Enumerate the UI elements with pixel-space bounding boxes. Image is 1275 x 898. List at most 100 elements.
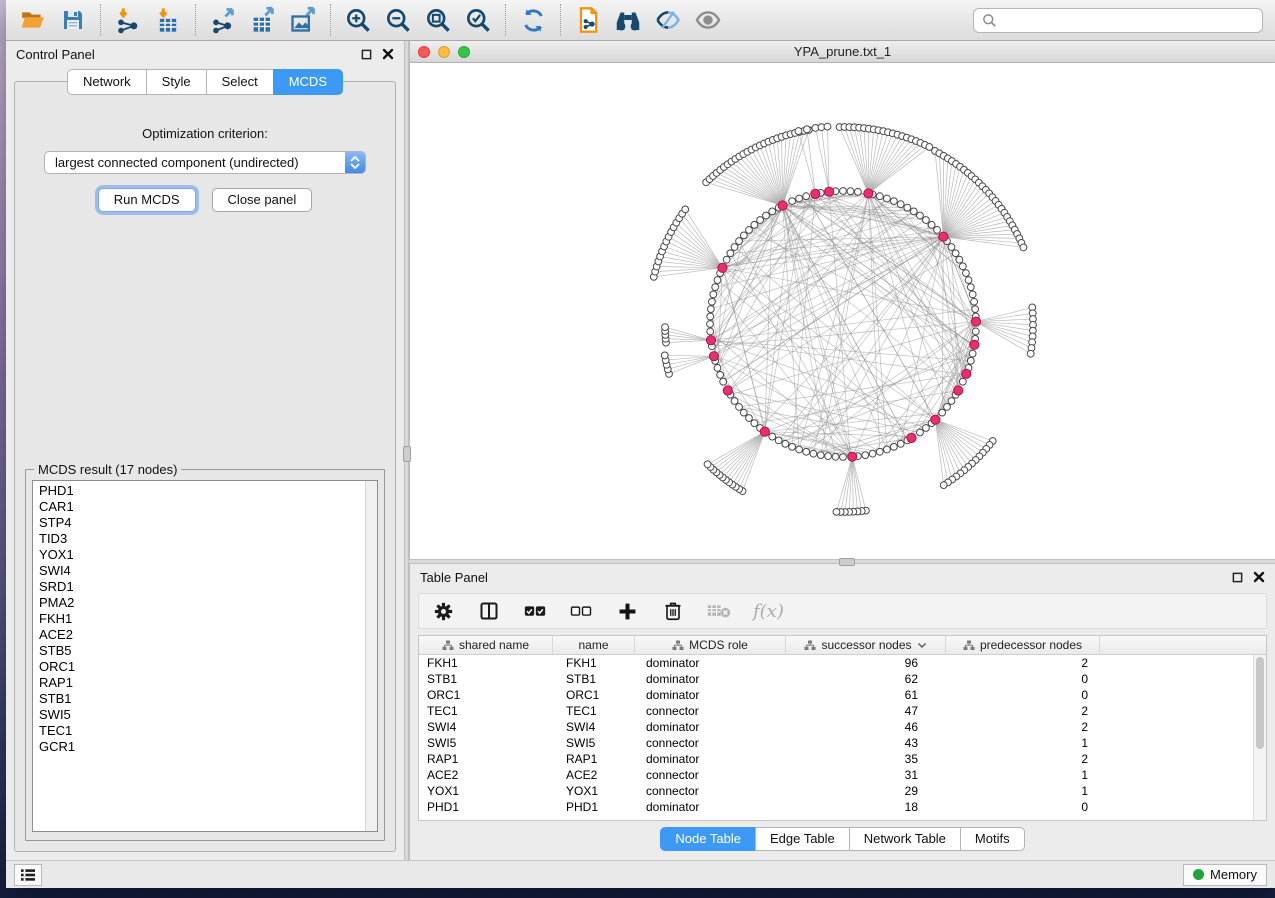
new-network-from-selection-button[interactable] — [569, 3, 607, 37]
table-row[interactable]: YOX1YOX1connector291 — [419, 783, 1266, 799]
table-row[interactable]: RAP1RAP1dominator352 — [419, 751, 1266, 767]
tab-select[interactable]: Select — [206, 69, 273, 95]
show-graphics-details-button[interactable] — [689, 3, 727, 37]
result-list-scrollbar[interactable] — [365, 481, 377, 831]
cell-successor_nodes: 31 — [786, 768, 946, 782]
mcds-result-node[interactable]: CAR1 — [39, 499, 377, 515]
table-row[interactable]: PHD1PHD1dominator180 — [419, 799, 1266, 815]
hide-graphics-details-button[interactable] — [649, 3, 687, 37]
node-table[interactable]: shared namename MCDS role successor node… — [418, 635, 1267, 821]
table-row[interactable]: ACE2ACE2connector311 — [419, 767, 1266, 783]
column-header-successor-nodes[interactable]: successor nodes — [786, 636, 946, 654]
zoom-selected-button[interactable] — [459, 3, 497, 37]
mcds-result-node[interactable]: STP4 — [39, 515, 377, 531]
zoom-in-button[interactable] — [339, 3, 377, 37]
export-network-button[interactable] — [204, 3, 242, 37]
column-header-shared-name[interactable]: shared name — [419, 636, 553, 654]
scrollbar-thumb[interactable] — [1256, 657, 1264, 749]
mcds-result-node[interactable]: TID3 — [39, 531, 377, 547]
column-header-MCDS-role[interactable]: MCDS role — [635, 636, 786, 654]
cell-successor_nodes: 46 — [786, 720, 946, 734]
criterion-select[interactable]: largest connected component (undirected) — [44, 151, 366, 174]
export-table-button[interactable] — [244, 3, 282, 37]
table-row[interactable]: TEC1TEC1connector472 — [419, 703, 1266, 719]
shared-column-icon — [804, 640, 816, 651]
tab-network[interactable]: Network — [67, 69, 146, 95]
select-all-rows-icon[interactable] — [523, 599, 547, 623]
float-panel-icon[interactable] — [1232, 572, 1243, 583]
close-panel-icon[interactable] — [382, 48, 394, 60]
save-session-button[interactable] — [54, 3, 92, 37]
table-row[interactable]: SWI4SWI4dominator462 — [419, 719, 1266, 735]
zoom-fit-button[interactable] — [419, 3, 457, 37]
mcds-result-node[interactable]: PHD1 — [39, 483, 377, 499]
column-layout-icon[interactable] — [477, 599, 501, 623]
mcds-result-list[interactable]: PHD1CAR1STP4TID3YOX1SWI4SRD1PMA2FKH1ACE2… — [32, 480, 378, 832]
show-task-history-button[interactable] — [14, 864, 42, 886]
tab-node-table[interactable]: Node Table — [660, 827, 755, 851]
table-scrollbar[interactable] — [1253, 655, 1266, 820]
mcds-result-node[interactable]: SWI4 — [39, 563, 377, 579]
open-file-button[interactable] — [14, 3, 52, 37]
cell-successor_nodes: 18 — [786, 800, 946, 814]
close-window-icon[interactable] — [418, 46, 430, 58]
import-network-button[interactable] — [109, 3, 147, 37]
cell-shared_name: ORC1 — [419, 688, 553, 702]
table-row[interactable]: FKH1FKH1dominator962 — [419, 655, 1266, 671]
network-titlebar: YPA_prune.txt_1 — [410, 41, 1275, 63]
criterion-selected-value: largest connected component (undirected) — [45, 155, 345, 170]
divider-grip[interactable] — [403, 446, 411, 462]
cell-shared_name: RAP1 — [419, 752, 553, 766]
column-header-name[interactable]: name — [553, 636, 635, 654]
close-panel-icon[interactable] — [1253, 571, 1265, 583]
horizontal-split-divider[interactable] — [409, 559, 1275, 564]
table-row[interactable]: SWI5SWI5connector431 — [419, 735, 1266, 751]
mcds-result-node[interactable]: FKH1 — [39, 611, 377, 627]
mcds-result-node[interactable]: ACE2 — [39, 627, 377, 643]
search-input[interactable] — [1003, 13, 1254, 28]
delete-column-icon[interactable] — [661, 599, 685, 623]
table-header-row: shared namename MCDS role successor node… — [419, 636, 1266, 655]
table-row[interactable]: ORC1ORC1dominator610 — [419, 687, 1266, 703]
mcds-result-node[interactable]: YOX1 — [39, 547, 377, 563]
zoom-out-button[interactable] — [379, 3, 417, 37]
memory-button[interactable]: Memory — [1183, 864, 1267, 886]
zoom-in-icon — [345, 7, 372, 34]
mcds-result-node[interactable]: SRD1 — [39, 579, 377, 595]
close-panel-button[interactable]: Close panel — [212, 188, 313, 212]
tab-motifs[interactable]: Motifs — [960, 827, 1025, 851]
tab-style[interactable]: Style — [146, 69, 206, 95]
cell-successor_nodes: 96 — [786, 656, 946, 670]
mcds-result-node[interactable]: STB1 — [39, 691, 377, 707]
vertical-split-divider[interactable] — [404, 41, 409, 860]
column-header-predecessor-nodes[interactable]: predecessor nodes — [946, 636, 1100, 654]
table-settings-gear-icon[interactable] — [431, 599, 455, 623]
mcds-result-node[interactable]: ORC1 — [39, 659, 377, 675]
mcds-result-node[interactable]: SWI5 — [39, 707, 377, 723]
toolbar-separator — [195, 4, 196, 36]
tab-network-table[interactable]: Network Table — [849, 827, 960, 851]
tab-mcds[interactable]: MCDS — [273, 69, 343, 95]
mcds-result-node[interactable]: TEC1 — [39, 723, 377, 739]
deselect-all-rows-icon[interactable] — [569, 599, 593, 623]
divider-grip[interactable] — [839, 558, 855, 566]
network-canvas[interactable] — [410, 63, 1275, 559]
search-box[interactable] — [973, 8, 1263, 33]
export-image-button[interactable] — [284, 3, 322, 37]
mcds-result-node[interactable]: PMA2 — [39, 595, 377, 611]
minimize-window-icon[interactable] — [438, 46, 450, 58]
import-table-button[interactable] — [149, 3, 187, 37]
search-network-button[interactable] — [609, 3, 647, 37]
float-panel-icon[interactable] — [361, 49, 372, 60]
table-row[interactable]: STB1STB1dominator620 — [419, 671, 1266, 687]
mcds-result-node[interactable]: GCR1 — [39, 739, 377, 755]
apply-layout-button[interactable] — [514, 3, 552, 37]
tab-edge-table[interactable]: Edge Table — [755, 827, 849, 851]
add-column-icon[interactable] — [615, 599, 639, 623]
mcds-result-node[interactable]: RAP1 — [39, 675, 377, 691]
run-mcds-button[interactable]: Run MCDS — [98, 188, 196, 212]
maximize-window-icon[interactable] — [458, 46, 470, 58]
cell-name: YOX1 — [553, 784, 635, 798]
cell-shared_name: YOX1 — [419, 784, 553, 798]
mcds-result-node[interactable]: STB5 — [39, 643, 377, 659]
